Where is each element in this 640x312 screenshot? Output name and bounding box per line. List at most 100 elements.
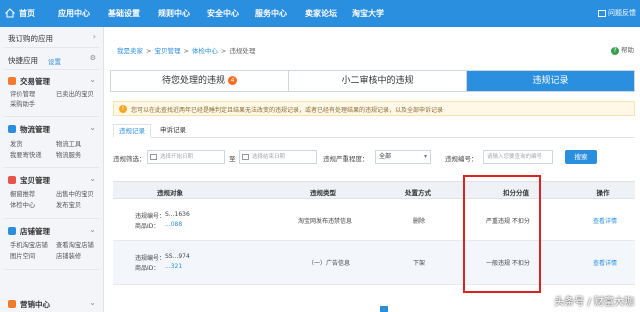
- divider: [4, 116, 99, 117]
- sidebar-link-sold-items[interactable]: 已卖出的宝贝: [56, 89, 94, 98]
- nav-seller-forum[interactable]: 卖家论坛: [305, 0, 337, 27]
- sidebar-link-send-express[interactable]: 我要寄快递: [10, 150, 41, 159]
- violation-id: S...1636: [165, 211, 190, 218]
- table-row: 违规编号： SS...974 商品ID： ...321 （一）广告信息 下架 一…: [113, 241, 635, 285]
- chevron-down-icon[interactable]: ⌄: [89, 174, 96, 183]
- nav-home[interactable]: 首页: [19, 0, 35, 27]
- view-details-link[interactable]: 查看详情: [593, 258, 617, 267]
- violation-id-input[interactable]: 请输入您要查询的编号: [483, 150, 553, 164]
- watermark: 头条号 / 财富大咖: [554, 297, 634, 308]
- goods-icon: [8, 176, 16, 184]
- sidebar-quick-apps: 快捷应用 设置 ⚙: [8, 54, 96, 66]
- sidebar-link-checkup-center[interactable]: 体检中心: [10, 200, 35, 209]
- column-header-type: 违规类型: [310, 189, 336, 197]
- column-header-operation: 操作: [596, 189, 610, 197]
- sidebar-link-logistics-service[interactable]: 物流服务: [56, 150, 81, 159]
- sidebar-link-ship[interactable]: 发货: [10, 139, 23, 148]
- nav-service-center[interactable]: 服务中心: [255, 0, 287, 27]
- logistics-icon: [8, 125, 16, 133]
- sidebar-link-view-store[interactable]: 查看淘宝店铺: [56, 240, 94, 249]
- nav-basic-settings[interactable]: 基础设置: [108, 0, 140, 27]
- table-header: 违规对象 违规类型 处置方式 扣分分值 操作: [113, 181, 635, 199]
- main-tabs: 待您处理的违规 4 小二审核中的违规 违规记录: [110, 70, 635, 92]
- sidebar-my-apps[interactable]: 我订购的应用 ›: [0, 27, 104, 47]
- item-id-link[interactable]: ...088: [165, 221, 182, 228]
- quick-apps-settings-link[interactable]: 设置: [48, 56, 61, 66]
- tab-violation-records[interactable]: 违规记录: [467, 71, 634, 91]
- violation-type: （一）广告信息: [308, 260, 351, 267]
- sidebar-section-store: 店铺管理 ⌄ 手机淘宝店铺 查看淘宝店铺 图片空间 店铺装修: [8, 225, 96, 260]
- trade-icon: [8, 77, 16, 85]
- breadcrumb-current: 违规处理: [229, 47, 256, 55]
- chevron-down-icon[interactable]: ⌄: [89, 225, 96, 234]
- help-link[interactable]: ? 帮助: [611, 44, 634, 55]
- chevron-down-icon[interactable]: ⌄: [89, 298, 96, 307]
- breadcrumb-seller[interactable]: 我是卖家: [117, 47, 143, 55]
- feedback-link[interactable]: 问题反馈: [598, 0, 636, 27]
- violation-type: 淘宝网发布违禁信息: [298, 218, 353, 225]
- sidebar-link-review[interactable]: 评价管理: [10, 89, 35, 98]
- nav-taobao-university[interactable]: 淘宝大学: [352, 0, 384, 27]
- chevron-down-icon: ▾: [423, 153, 427, 160]
- pending-count-badge: 4: [228, 76, 237, 85]
- page-indicator[interactable]: [380, 306, 388, 312]
- sidebar-link-on-sale-items[interactable]: 出售中的宝贝: [56, 189, 94, 198]
- nav-rules-center[interactable]: 规则中心: [158, 0, 190, 27]
- sidebar-link-logistics-tools[interactable]: 物流工具: [56, 139, 81, 148]
- info-icon: !: [119, 105, 127, 113]
- notice-bar: ! 您可以在此查找近两年已经是睡判定且结果无法改变的违规记录，或者已经有处理结果…: [113, 101, 635, 116]
- disposal-method: 删除: [413, 218, 426, 225]
- subtab-appeal-records[interactable]: 申诉记录: [155, 124, 191, 138]
- sidebar-link-mobile-store[interactable]: 手机淘宝店铺: [10, 240, 48, 249]
- store-icon: [8, 227, 16, 235]
- start-date-input[interactable]: 选择开始日期: [147, 150, 225, 164]
- chevron-right-icon: ›: [92, 32, 96, 41]
- sidebar: 我订购的应用 › 快捷应用 设置 ⚙ 交易管理 ⌄ 评价管理 已卖出的宝贝 采购…: [0, 27, 104, 312]
- divider: [4, 47, 99, 48]
- sidebar-section-goods: 宝贝管理 ⌄ 橱窗推荐 出售中的宝贝 体检中心 发布宝贝: [8, 174, 96, 209]
- subtab-violation-records[interactable]: 违规记录: [113, 124, 151, 138]
- gear-icon[interactable]: ⚙: [90, 54, 96, 62]
- calendar-icon: [242, 154, 249, 160]
- chevron-down-icon[interactable]: ⌄: [89, 123, 96, 132]
- chevron-down-icon[interactable]: ⌄: [89, 75, 96, 84]
- breadcrumb: 我是卖家 > 宝贝管理 > 体检中心 > 违规处理: [117, 47, 256, 55]
- divider: [4, 218, 99, 219]
- filter-bar: 违规筛选： 选择开始日期 至 选择结束日期 违规严重程度： 全部 ▾ 违规编号： …: [113, 150, 635, 165]
- sidebar-link-image-space[interactable]: 图片空间: [10, 251, 35, 260]
- violation-id: SS...974: [165, 253, 190, 260]
- search-button[interactable]: 搜索: [565, 150, 597, 164]
- severity-select[interactable]: 全部 ▾: [375, 150, 431, 164]
- tab-reviewing-violations[interactable]: 小二审核中的违规: [289, 71, 467, 91]
- breadcrumb-goods[interactable]: 宝贝管理: [154, 47, 180, 55]
- feedback-icon: [598, 9, 606, 17]
- sidebar-section-logistics: 物流管理 ⌄ 发货 物流工具 我要寄快递 物流服务: [8, 123, 96, 159]
- tab-pending-violations[interactable]: 待您处理的违规 4: [111, 71, 289, 91]
- sidebar-section-trade: 交易管理 ⌄ 评价管理 已卖出的宝贝 采购助手: [8, 75, 96, 108]
- divider: [4, 69, 99, 70]
- sidebar-link-store-decoration[interactable]: 店铺装修: [56, 251, 81, 260]
- column-header-object: 违规对象: [157, 189, 183, 197]
- calendar-icon: [150, 154, 157, 160]
- sub-tabs: 违规记录 申诉记录: [113, 124, 635, 138]
- view-details-link[interactable]: 查看详情: [593, 216, 617, 225]
- highlight-box: [463, 175, 541, 293]
- end-date-input[interactable]: 选择结束日期: [239, 150, 317, 164]
- help-icon: ?: [611, 47, 619, 55]
- sidebar-link-window-recommend[interactable]: 橱窗推荐: [10, 189, 35, 198]
- nav-app-center[interactable]: 应用中心: [58, 0, 90, 27]
- top-navigation: 首页 应用中心 基础设置 规则中心 安全中心 服务中心 卖家论坛 淘宝大学 问题…: [0, 0, 640, 27]
- marketing-icon: [8, 300, 16, 308]
- column-header-action: 处置方式: [405, 189, 431, 197]
- divider: [4, 269, 99, 270]
- sidebar-link-publish-item[interactable]: 发布宝贝: [56, 200, 81, 209]
- home-icon: [5, 8, 15, 18]
- breadcrumb-checkup[interactable]: 体检中心: [192, 47, 218, 55]
- divider: [4, 167, 99, 168]
- item-id-link[interactable]: ...321: [165, 263, 182, 270]
- sidebar-section-marketing: 营销中心 ⌄: [0, 295, 104, 312]
- table-row: 违规编号： S...1636 商品ID： ...088 淘宝网发布违禁信息 删除…: [113, 199, 635, 241]
- nav-security-center[interactable]: 安全中心: [207, 0, 239, 27]
- disposal-method: 下架: [413, 260, 426, 267]
- sidebar-link-purchase-helper[interactable]: 采购助手: [10, 99, 35, 108]
